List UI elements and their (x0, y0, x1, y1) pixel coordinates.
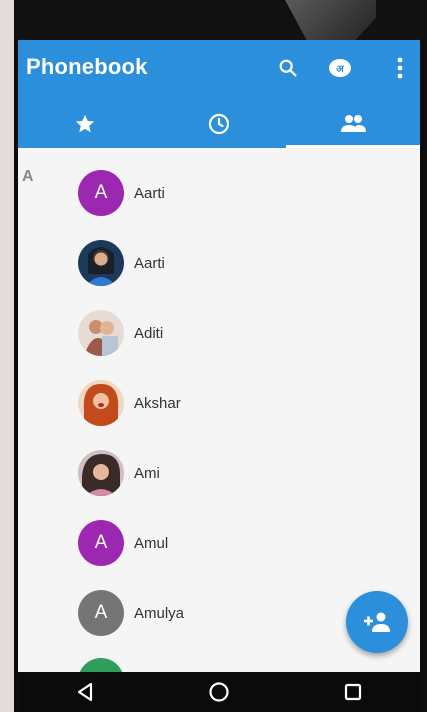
avatar (78, 310, 124, 356)
list-item[interactable]: Ami (78, 443, 160, 503)
phone-screen: Phonebook अ A A Aarti Aarti Aditi Akshar… (18, 40, 420, 672)
app-title: Phonebook (26, 54, 148, 79)
list-item[interactable]: A Amul (78, 513, 168, 573)
more-vert-icon[interactable] (386, 54, 414, 82)
avatar-partial (78, 658, 124, 672)
list-item[interactable]: A Aarti (78, 163, 165, 223)
tab-recents[interactable] (152, 100, 286, 148)
home-button[interactable] (199, 676, 239, 708)
section-header: A (22, 168, 34, 185)
back-button[interactable] (65, 676, 105, 708)
recents-button[interactable] (333, 676, 373, 708)
add-contact-button[interactable] (346, 591, 408, 653)
avatar: A (78, 590, 124, 636)
search-icon[interactable] (274, 54, 302, 82)
app-bar: Phonebook अ (18, 40, 420, 148)
avatar (78, 450, 124, 496)
contact-name: Amulya (134, 604, 185, 622)
recents-square-icon (344, 683, 362, 701)
list-item[interactable]: Aditi (78, 303, 163, 363)
clock-icon (208, 113, 230, 135)
add-person-icon (364, 612, 390, 632)
contact-name: Aarti (134, 254, 165, 272)
contact-name: Aditi (134, 324, 164, 342)
avatar: A (78, 520, 124, 566)
tab-favorites[interactable] (18, 100, 152, 148)
system-nav-bar (18, 672, 420, 712)
avatar (78, 380, 124, 426)
list-item[interactable]: Akshar (78, 373, 181, 433)
home-circle-icon (209, 682, 229, 702)
people-icon (341, 115, 366, 132)
contact-name: Aarti (134, 184, 165, 202)
avatar (78, 240, 124, 286)
contact-name: Ami (134, 464, 160, 482)
list-item[interactable]: Aarti (78, 233, 165, 293)
list-item[interactable]: A Amulya (78, 583, 184, 643)
star-icon (75, 114, 95, 133)
tab-bar (18, 100, 420, 148)
contact-name: Amul (134, 534, 169, 552)
tab-contacts[interactable] (286, 100, 420, 148)
back-triangle-icon (77, 682, 93, 702)
language-icon[interactable]: अ (326, 54, 354, 82)
avatar: A (78, 170, 124, 216)
contact-name: Akshar (134, 394, 181, 412)
